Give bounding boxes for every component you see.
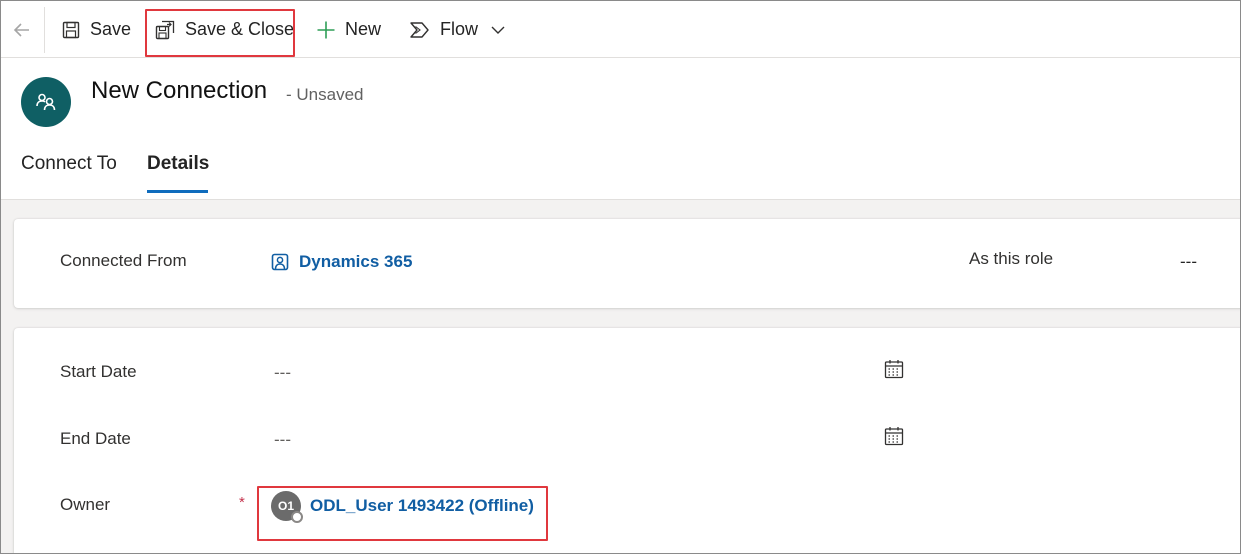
save-status: - Unsaved — [286, 85, 364, 104]
back-button[interactable] — [7, 1, 37, 58]
page-title: New Connection — [91, 77, 268, 104]
flow-dropdown-button[interactable] — [489, 1, 507, 58]
window: Save Save & Close New Flow New Connectio… — [0, 0, 1241, 554]
selected-tab-indicator — [147, 190, 208, 193]
connected-from-value: Dynamics 365 — [299, 252, 413, 271]
new-button[interactable]: New — [316, 1, 381, 58]
chevron-down-icon — [491, 26, 505, 34]
connected-from-label: Connected From — [60, 251, 187, 270]
details-section: Start Date --- End Date --- Owner * O1 O… — [14, 328, 1240, 553]
end-date-label: End Date — [60, 429, 131, 448]
owner-avatar: O1 — [271, 491, 303, 523]
save-and-close-label: Save & Close — [185, 19, 295, 39]
connected-from-lookup-link[interactable]: Dynamics 365 — [270, 252, 412, 272]
entity-avatar — [21, 77, 71, 127]
role-value[interactable]: --- — [1180, 252, 1197, 272]
owner-label: Owner — [60, 495, 111, 514]
flow-label: Flow — [440, 19, 479, 39]
record-icon — [271, 253, 289, 271]
owner-lookup-link[interactable]: O1 ODL_User 1493422 (Offline) — [271, 491, 534, 523]
back-arrow-icon — [13, 22, 29, 37]
tab-details[interactable]: Details — [147, 153, 209, 175]
form-header: New Connection - Unsaved Connect To Deta… — [1, 58, 1240, 200]
start-date-label: Start Date — [60, 362, 137, 381]
required-indicator: * — [239, 494, 245, 511]
connection-icon — [36, 93, 56, 111]
flow-icon — [410, 21, 429, 38]
save-icon — [62, 21, 80, 38]
plus-icon — [317, 21, 335, 38]
role-label: As this role — [969, 249, 1054, 268]
command-bar: Save Save & Close New Flow — [1, 1, 1240, 58]
save-and-close-icon — [155, 20, 175, 39]
save-button[interactable]: Save — [61, 1, 131, 58]
new-label: New — [345, 19, 382, 39]
form-body: Connected From Dynamics 365 As this role… — [1, 200, 1240, 553]
start-date-field[interactable]: --- — [274, 363, 291, 383]
calendar-icon[interactable] — [883, 358, 905, 380]
end-date-field[interactable]: --- — [274, 430, 291, 450]
owner-initials: O1 — [277, 499, 294, 513]
flow-button[interactable]: Flow — [409, 1, 478, 58]
presence-offline-icon — [291, 511, 303, 523]
toolbar-divider — [44, 7, 45, 53]
save-and-close-button[interactable]: Save & Close — [154, 1, 294, 58]
connected-from-section: Connected From Dynamics 365 As this role… — [14, 219, 1240, 308]
save-label: Save — [90, 19, 132, 39]
tab-connect-to[interactable]: Connect To — [21, 153, 117, 175]
owner-value: ODL_User 1493422 (Offline) — [310, 496, 534, 515]
calendar-icon[interactable] — [883, 425, 905, 447]
